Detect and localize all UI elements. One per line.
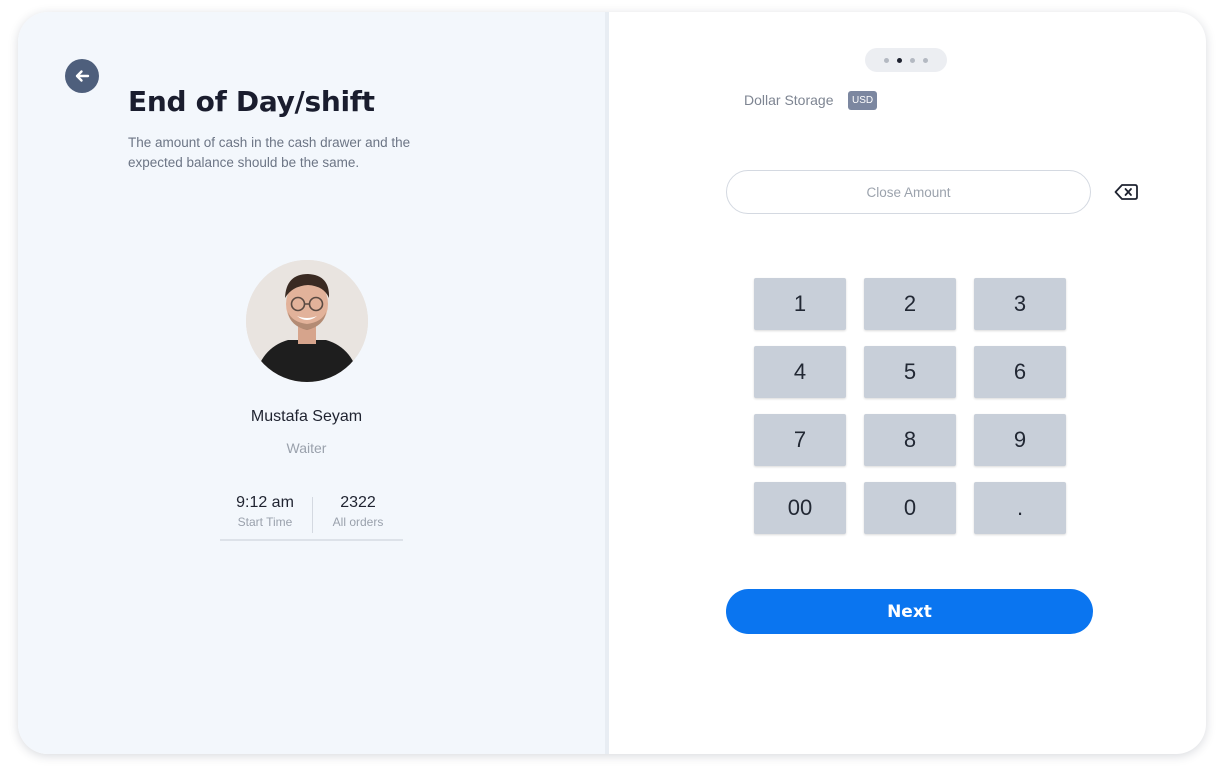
shift-stats: 9:12 am Start Time 2322 All orders: [220, 494, 403, 541]
stat-all-orders: 2322 All orders: [313, 494, 403, 529]
pager-dot[interactable]: [884, 57, 889, 63]
key-6[interactable]: 6: [974, 346, 1066, 398]
panel-divider: [605, 12, 609, 754]
key-decimal[interactable]: .: [974, 482, 1066, 534]
user-name: Mustafa Seyam: [250, 408, 363, 425]
user-role: Waiter: [286, 440, 327, 456]
back-button[interactable]: [65, 59, 99, 93]
arrow-left-icon: [75, 70, 90, 82]
storage-label: Dollar Storage: [744, 92, 834, 108]
stat-label: Start Time: [237, 515, 293, 529]
pager-dot[interactable]: [923, 57, 928, 63]
next-button[interactable]: Next: [726, 589, 1093, 634]
key-8[interactable]: 8: [864, 414, 956, 466]
backspace-button[interactable]: [1114, 183, 1138, 201]
end-of-day-card: End of Day/shift The amount of cash in t…: [18, 12, 1206, 754]
step-pager: [865, 48, 947, 72]
pager-dot[interactable]: [910, 57, 915, 63]
key-1[interactable]: 1: [754, 278, 846, 330]
pager-dot-active[interactable]: [897, 57, 902, 63]
stat-value: 9:12 am: [236, 494, 294, 511]
currency-badge: USD: [848, 91, 878, 110]
key-2[interactable]: 2: [864, 278, 956, 330]
key-3[interactable]: 3: [974, 278, 1066, 330]
close-amount-input[interactable]: [726, 170, 1091, 214]
avatar-portrait: [246, 260, 368, 382]
stat-value: 2322: [340, 494, 376, 511]
backspace-icon: [1114, 184, 1138, 200]
key-0[interactable]: 0: [864, 482, 956, 534]
left-panel: End of Day/shift The amount of cash in t…: [18, 12, 606, 754]
stat-start-time: 9:12 am Start Time: [220, 494, 310, 529]
page-subtitle: The amount of cash in the cash drawer an…: [128, 135, 411, 170]
key-5[interactable]: 5: [864, 346, 956, 398]
key-7[interactable]: 7: [754, 414, 846, 466]
avatar: [246, 260, 368, 382]
stat-label: All orders: [332, 515, 384, 529]
key-9[interactable]: 9: [974, 414, 1066, 466]
page-title: End of Day/shift: [128, 85, 375, 118]
key-00[interactable]: 00: [754, 482, 846, 534]
key-4[interactable]: 4: [754, 346, 846, 398]
